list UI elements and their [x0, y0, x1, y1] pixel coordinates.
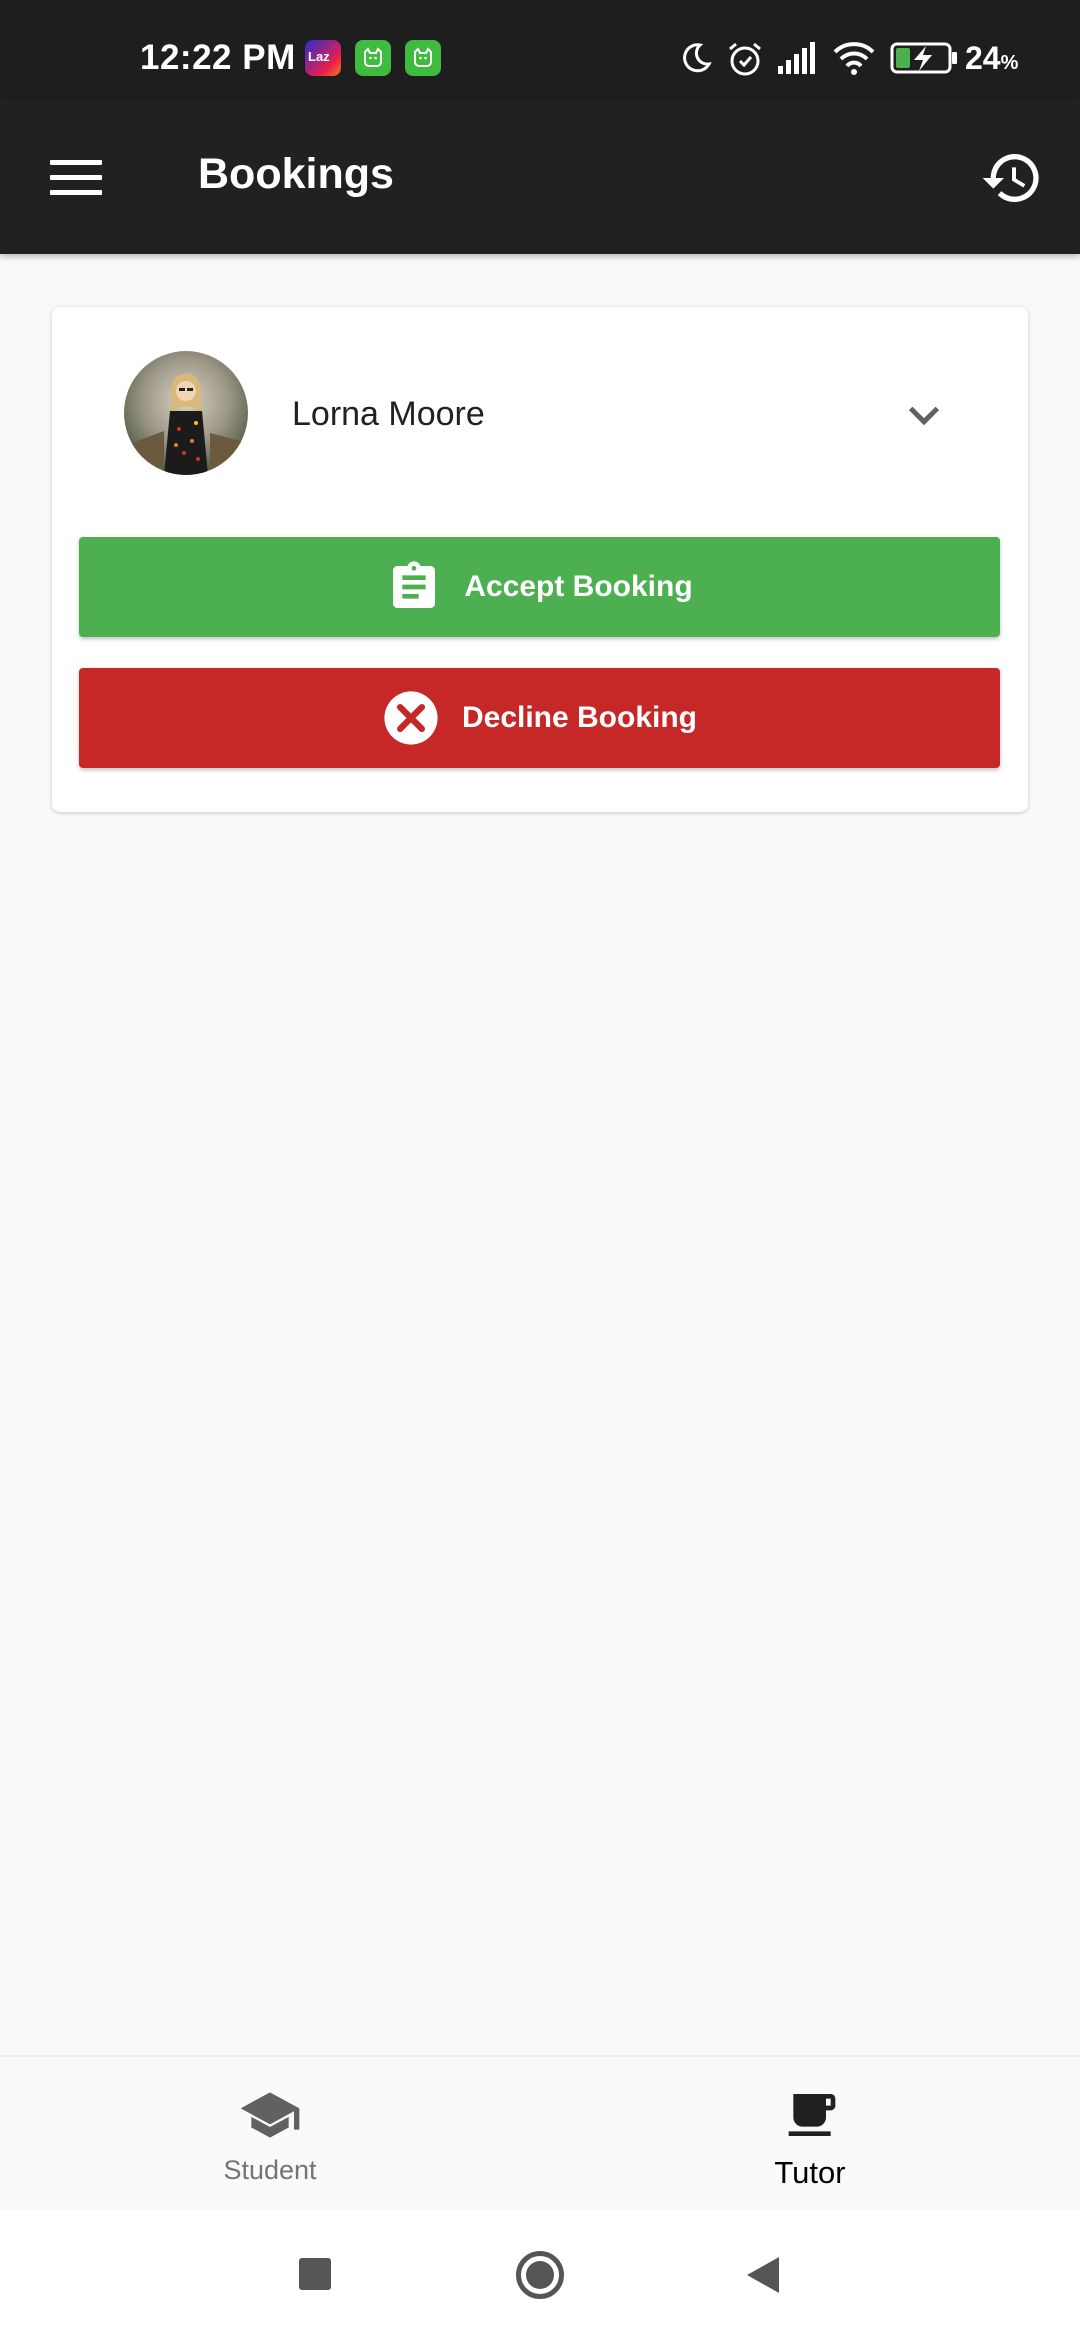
app-bar: Bookings: [0, 100, 1080, 254]
clipboard-icon: [393, 561, 436, 608]
graduation-cap-icon: [240, 2092, 300, 2138]
decline-booking-label: Decline Booking: [461, 701, 698, 734]
bottom-navigation: Student Tutor: [0, 2055, 1080, 2210]
booking-person-name: Lorna Moore: [292, 395, 485, 433]
cat-app-icon: [355, 40, 391, 76]
nav-item-tutor[interactable]: Tutor: [540, 2057, 1080, 2212]
history-icon[interactable]: [980, 146, 1044, 210]
cancel-icon: [384, 691, 438, 745]
avatar: [124, 351, 248, 475]
back-button[interactable]: [745, 2255, 781, 2295]
booking-card: Lorna Moore Accept Booking Decline Booki…: [52, 307, 1028, 812]
menu-icon[interactable]: [50, 158, 104, 198]
lazada-icon: Laz: [305, 40, 341, 76]
wifi-icon: [833, 42, 875, 75]
nav-label-student: Student: [223, 2155, 317, 2185]
nav-label-tutor: Tutor: [774, 2155, 846, 2190]
page-title: Bookings: [198, 150, 394, 198]
home-button[interactable]: [516, 2251, 564, 2299]
status-time: 12:22 PM: [140, 38, 296, 77]
status-bar: 12:22 PM Laz 24%: [0, 0, 1080, 100]
system-navigation-bar: [0, 2210, 1080, 2340]
accept-booking-label: Accept Booking: [464, 570, 693, 603]
battery-percent: 24%: [965, 40, 1019, 76]
decline-booking-button[interactable]: Decline Booking: [79, 668, 1000, 768]
cat-app-icon: [405, 40, 441, 76]
coffee-cup-icon: [788, 2094, 836, 2136]
lazada-icon-text: Laz: [308, 49, 330, 64]
recent-apps-button[interactable]: [299, 2258, 331, 2290]
signal-icon: [778, 42, 815, 74]
nav-item-student[interactable]: Student: [0, 2057, 540, 2212]
accept-booking-button[interactable]: Accept Booking: [79, 537, 1000, 637]
moon-icon: [683, 43, 712, 73]
chevron-down-icon[interactable]: [904, 395, 944, 435]
alarm-icon: [729, 42, 761, 76]
battery-charging-icon: [890, 42, 957, 74]
bookings-screen: 12:22 PM Laz 24% Bookings Lorna Moore Ac…: [0, 0, 1080, 2340]
